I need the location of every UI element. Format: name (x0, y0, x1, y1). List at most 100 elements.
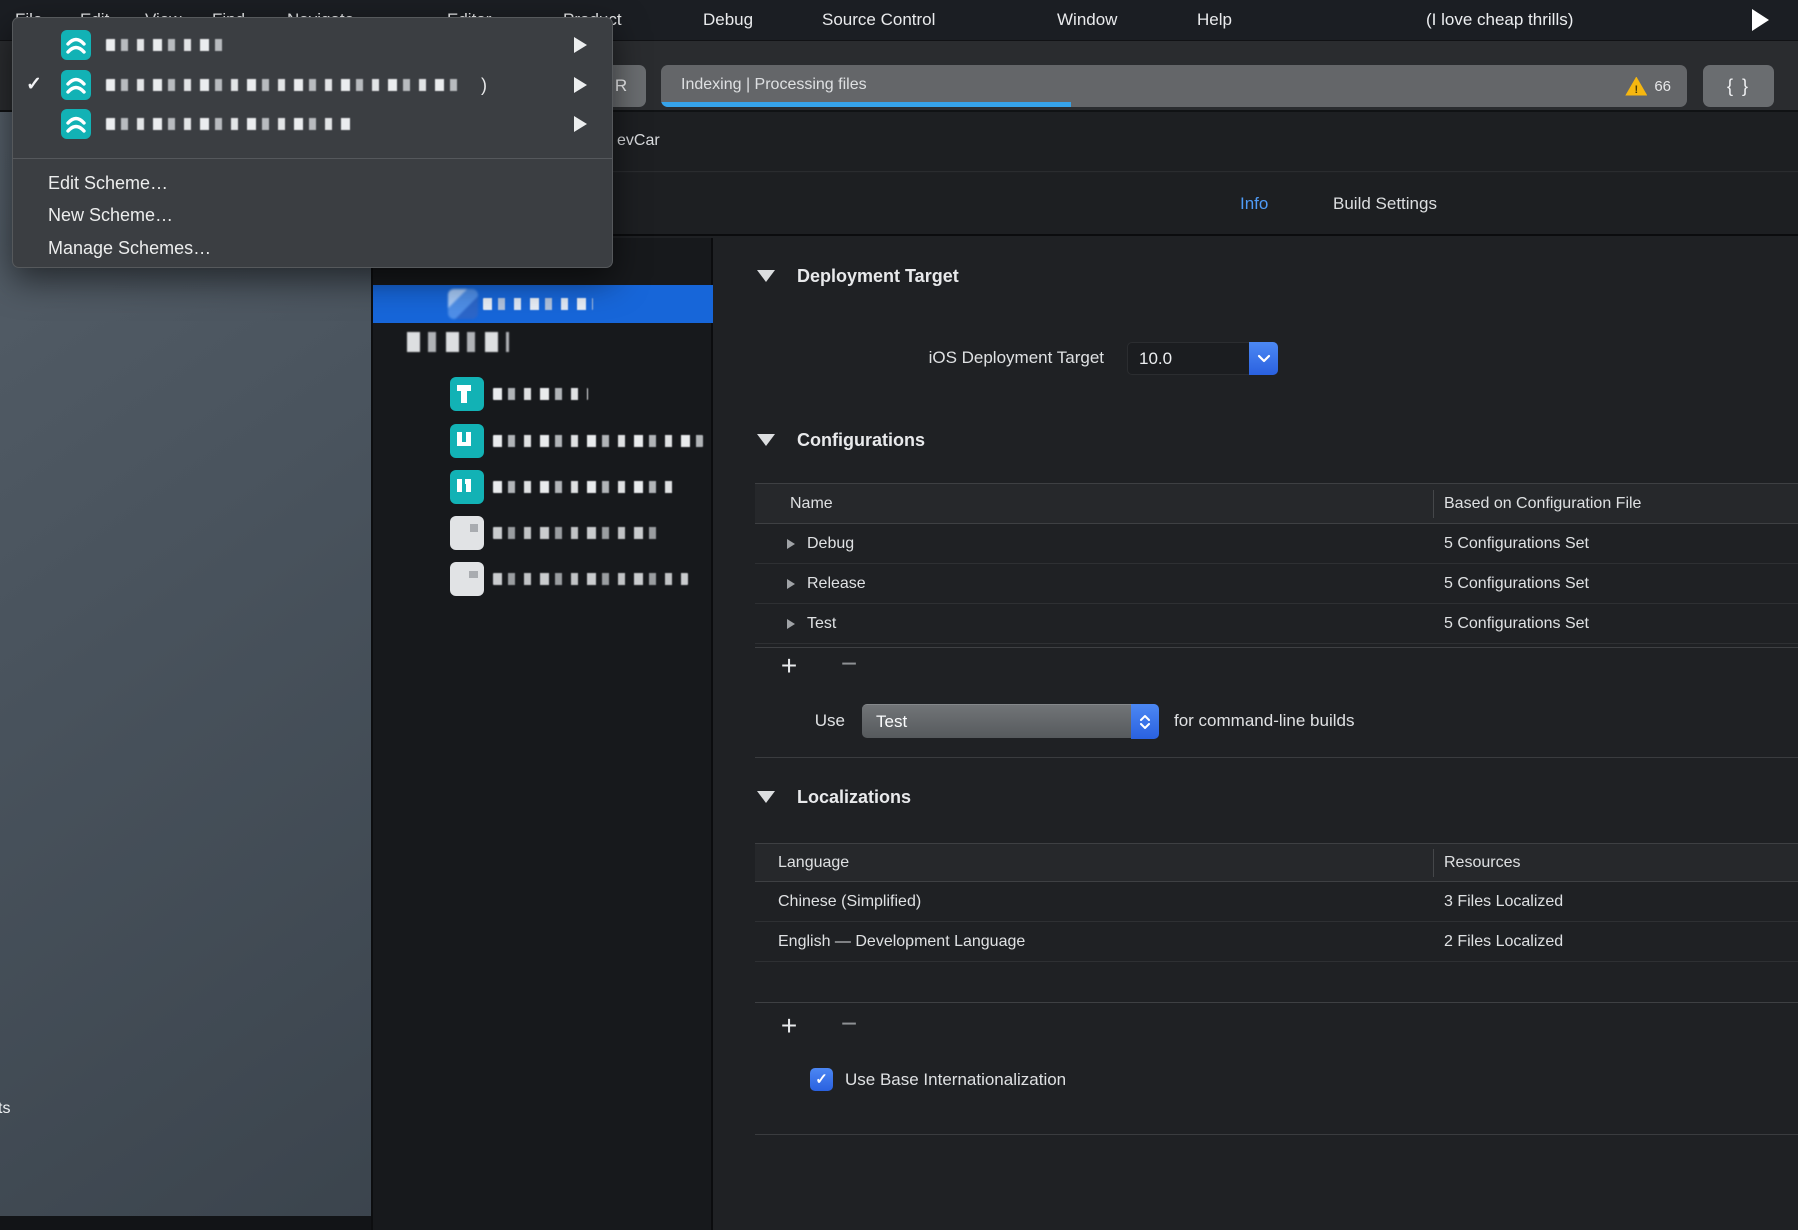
table-row[interactable]: Chinese (Simplified) 3 Files Localized (755, 882, 1798, 922)
command-line-builds-label: for command-line builds (1174, 711, 1355, 730)
config-name: Test (807, 615, 837, 632)
submenu-arrow-icon[interactable] (574, 37, 587, 53)
config-name: Debug (807, 535, 855, 552)
localizations-section-title: Localizations (797, 787, 912, 807)
warning-icon: ! (1625, 76, 1648, 96)
configurations-table: Name Based on Configuration File Debug 5… (755, 483, 1798, 648)
submenu-arrow-icon[interactable] (574, 77, 587, 93)
menubar-status-text: (I love cheap thrills) (1426, 10, 1574, 29)
localizations-table-header: Language Resources (755, 844, 1798, 882)
project-targets-panel (373, 238, 713, 1230)
target-name-redacted[interactable] (493, 573, 688, 585)
target-bundle-icon[interactable] (450, 562, 484, 596)
deployment-section-title: Deployment Target (797, 266, 959, 286)
targets-header-redacted (407, 332, 509, 352)
warning-group[interactable]: ! 66 (1625, 65, 1671, 107)
target-app-icon[interactable] (450, 470, 484, 504)
col-based-on: Based on Configuration File (1444, 495, 1642, 512)
command-line-config-value: Test (876, 712, 908, 731)
tab-build-settings[interactable]: Build Settings (1333, 173, 1437, 236)
target-name-redacted[interactable] (493, 388, 588, 400)
disclosure-right-icon[interactable] (787, 539, 795, 549)
configurations-table-header: Name Based on Configuration File (755, 484, 1798, 524)
add-configuration-button[interactable]: + (772, 652, 806, 682)
table-row[interactable]: English — Development Language 2 Files L… (755, 922, 1798, 962)
chevron-down-icon[interactable] (1249, 342, 1278, 375)
use-base-internationalization-label: Use Base Internationalization (845, 1070, 1067, 1089)
new-scheme-menu-item[interactable]: New Scheme… (48, 205, 173, 226)
tab-info[interactable]: Info (1240, 173, 1268, 236)
menu-window[interactable]: Window (1057, 0, 1117, 40)
configurations-disclosure-icon[interactable] (757, 434, 775, 446)
braces-icon: { } (1726, 75, 1751, 96)
scheme-icon (61, 70, 91, 100)
config-name: Release (807, 575, 866, 592)
play-icon[interactable] (1752, 9, 1769, 31)
manage-schemes-menu-item[interactable]: Manage Schemes… (48, 238, 211, 259)
scheme-name-redacted[interactable] (106, 118, 356, 130)
configurations-section-title: Configurations (797, 430, 925, 450)
remove-configuration-button[interactable]: − (832, 650, 866, 680)
use-base-internationalization-checkbox[interactable] (810, 1068, 833, 1091)
section-divider (755, 1134, 1798, 1135)
disclosure-right-icon[interactable] (787, 579, 795, 589)
activity-viewer: Indexing | Processing files ! 66 (661, 65, 1687, 107)
project-name-redacted (483, 298, 593, 310)
table-row[interactable]: Test 5 Configurations Set (755, 604, 1798, 644)
scheme-icon (61, 109, 91, 139)
menu-debug[interactable]: Debug (703, 0, 753, 40)
scheme-icon (61, 30, 91, 60)
col-resources: Resources (1444, 854, 1521, 871)
target-app-icon[interactable] (450, 424, 484, 458)
project-icon (448, 289, 478, 319)
checkmark-icon: ✓ (26, 74, 42, 95)
deployment-disclosure-icon[interactable] (757, 270, 775, 282)
localizations-table: Language Resources Chinese (Simplified) … (755, 843, 1798, 1003)
section-divider (755, 757, 1798, 758)
table-row[interactable]: Release 5 Configurations Set (755, 564, 1798, 604)
target-app-icon[interactable] (450, 377, 484, 411)
activity-status-text: Indexing | Processing files (681, 76, 867, 93)
stepper-icon[interactable] (1131, 704, 1159, 739)
command-line-config-popup[interactable]: Test (862, 704, 1159, 739)
scheme-name-redacted[interactable] (106, 79, 461, 91)
menu-help[interactable]: Help (1197, 0, 1232, 40)
target-name-redacted[interactable] (493, 435, 703, 447)
target-name-redacted[interactable] (493, 527, 665, 539)
project-row-selected[interactable] (373, 285, 713, 323)
language-resources: 2 Files Localized (1444, 933, 1564, 950)
scheme-name-redacted[interactable] (106, 39, 226, 51)
navigator-filter-bar (0, 1216, 371, 1230)
indexing-progress-bar (661, 102, 1072, 107)
language-resources: 3 Files Localized (1444, 893, 1564, 910)
language-name: English — Development Language (778, 933, 1026, 950)
column-divider[interactable] (1433, 849, 1434, 877)
remove-localization-button[interactable]: − (832, 1010, 866, 1040)
add-localization-button[interactable]: + (772, 1012, 806, 1042)
col-language: Language (778, 854, 850, 871)
scheme-dropdown-menu: ✓ ) Edit Scheme… New Scheme… Manage Sche… (12, 17, 613, 268)
col-name: Name (790, 495, 833, 512)
target-bundle-icon[interactable] (450, 516, 484, 550)
disclosure-right-icon[interactable] (787, 619, 795, 629)
config-value: 5 Configurations Set (1444, 615, 1589, 632)
code-review-button[interactable]: { } (1703, 65, 1774, 107)
ios-deployment-target-value: 10.0 (1139, 349, 1173, 368)
submenu-arrow-icon[interactable] (574, 116, 587, 132)
scheme-name-suffix: ) (481, 75, 487, 95)
config-value: 5 Configurations Set (1444, 575, 1589, 592)
jump-bar-project-name[interactable]: evCar (617, 112, 660, 172)
edit-scheme-menu-item[interactable]: Edit Scheme… (48, 173, 168, 194)
column-divider[interactable] (1433, 490, 1434, 518)
localizations-disclosure-icon[interactable] (757, 791, 775, 803)
ios-deployment-target-combo[interactable]: 10.0 (1127, 342, 1278, 375)
menu-source-control[interactable]: Source Control (822, 0, 935, 40)
use-label: Use (814, 711, 845, 730)
navigator-item-fragment[interactable]: ts (0, 1100, 10, 1118)
warning-count: 66 (1654, 77, 1671, 95)
target-name-redacted[interactable] (493, 481, 673, 493)
project-navigator[interactable]: ts g-Header.h nces (0, 112, 373, 1230)
run-destination-label: R (614, 76, 628, 95)
table-row[interactable]: Debug 5 Configurations Set (755, 524, 1798, 564)
language-name: Chinese (Simplified) (778, 893, 922, 910)
